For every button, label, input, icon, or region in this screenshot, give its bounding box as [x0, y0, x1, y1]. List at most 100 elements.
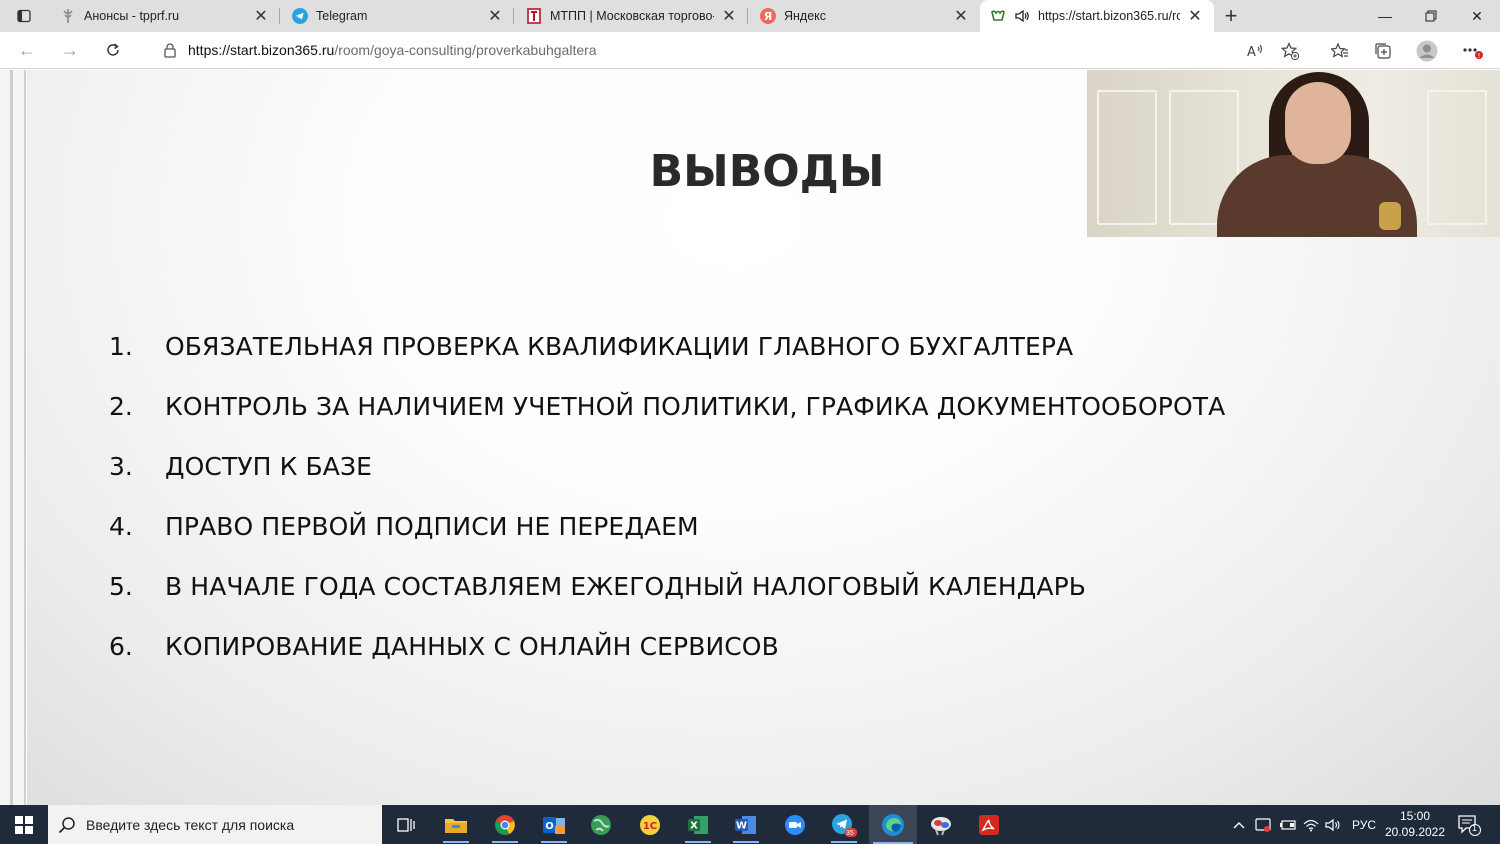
volume-icon [1325, 818, 1340, 831]
excel-button[interactable]: X [682, 810, 714, 843]
task-view-icon [397, 817, 415, 832]
taskbar-search[interactable]: Введите здесь текст для поиска [48, 805, 382, 844]
list-item: 1. ОБЯЗАТЕЛЬНАЯ ПРОВЕРКА КВАЛИФИКАЦИИ ГЛ… [109, 316, 1225, 376]
tab-telegram[interactable]: Telegram ✕ [280, 0, 514, 32]
item-number: 5. [109, 571, 133, 601]
profile-button[interactable] [1416, 40, 1438, 62]
tab-tpprf[interactable]: Анонсы - tpprf.ru ✕ [48, 0, 280, 32]
item-number: 3. [109, 451, 133, 481]
speaker-video[interactable] [1087, 70, 1500, 237]
telegram-badge: 35 [846, 830, 854, 837]
show-hidden-icons-button[interactable] [1232, 805, 1246, 844]
svg-text:O: O [545, 821, 554, 832]
taskbar-clock[interactable]: 15:00 20.09.2022 [1376, 808, 1454, 840]
read-aloud-button[interactable]: A [1244, 40, 1266, 62]
minimize-button[interactable]: — [1362, 0, 1408, 32]
chevron-up-icon [1233, 821, 1245, 828]
list-item: 4. ПРАВО ПЕРВОЙ ПОДПИСИ НЕ ПЕРЕДАЕМ [109, 496, 1225, 556]
telegram-taskbar-button[interactable]: 35 [828, 810, 860, 843]
zoom-button[interactable] [779, 810, 811, 839]
address-bar[interactable]: https://start.bizon365.ru/room/goya-cons… [142, 35, 1312, 65]
tab-title: Telegram [316, 9, 368, 23]
shield-icon [1255, 817, 1271, 832]
chrome-icon [495, 814, 515, 835]
windows-icon [15, 815, 33, 834]
globe-icon [591, 814, 611, 835]
conclusions-list: 1. ОБЯЗАТЕЛЬНАЯ ПРОВЕРКА КВАЛИФИКАЦИИ ГЛ… [109, 316, 1225, 676]
tab-title: https://start.bizon365.ru/roo [1038, 9, 1180, 23]
svg-text:Я: Я [764, 10, 772, 23]
acrobat-button[interactable] [973, 810, 1005, 839]
speaker-face [1285, 82, 1351, 164]
tab-mtpp[interactable]: МТПП | Московская торгово-пр ✕ [514, 0, 748, 32]
tab-actions-icon [17, 9, 31, 23]
battery-tray-button[interactable] [1279, 805, 1297, 844]
word-button[interactable]: W [730, 810, 762, 843]
settings-menu-button[interactable]: ! [1462, 40, 1484, 62]
edge-button[interactable] [869, 805, 917, 844]
close-tab-icon[interactable]: ✕ [720, 7, 738, 25]
svg-text:!: ! [1478, 52, 1481, 60]
new-tab-button[interactable]: + [1214, 0, 1248, 32]
brooch [1379, 202, 1401, 230]
forward-button[interactable]: → [57, 38, 83, 62]
url-text: https://start.bizon365.ru/room/goya-cons… [188, 42, 597, 58]
reload-icon [107, 43, 119, 56]
speaker-icon[interactable] [1014, 8, 1030, 24]
globe-app-button[interactable] [585, 810, 617, 839]
collections-icon [1375, 43, 1391, 59]
notifications-button[interactable]: 1 [1456, 813, 1482, 837]
battery-icon [1280, 819, 1296, 830]
windows-taskbar: Введите здесь текст для поиска O 1С X W … [0, 805, 1500, 844]
clock-time: 15:00 [1399, 809, 1431, 823]
chrome-button[interactable] [489, 810, 521, 843]
back-button[interactable]: ← [14, 38, 40, 62]
tpprf-icon [60, 8, 76, 24]
item-number: 1. [109, 331, 133, 361]
cloud-app-icon [931, 816, 951, 835]
tab-yandex[interactable]: Я Яндекс ✕ [748, 0, 980, 32]
start-button[interactable] [0, 805, 48, 844]
more-icon: ! [1463, 48, 1483, 60]
svg-text:X: X [690, 820, 698, 831]
tab-actions-button[interactable] [0, 0, 48, 32]
restore-button[interactable] [1408, 0, 1454, 32]
restore-icon [1425, 10, 1437, 22]
language-indicator[interactable]: РУС [1352, 805, 1376, 844]
list-item: 3. ДОСТУП К БАЗЕ [109, 436, 1225, 496]
close-tab-icon[interactable]: ✕ [252, 7, 270, 25]
browser-toolbar: ← → https://start.bizon365.ru/room/goya-… [0, 32, 1500, 69]
wall-panel [1427, 90, 1487, 225]
close-window-button[interactable]: ✕ [1454, 0, 1500, 32]
add-favorite-button[interactable] [1279, 40, 1301, 62]
tab-bizon[interactable]: https://start.bizon365.ru/roo ✕ [980, 0, 1214, 32]
window-controls: — ✕ [1362, 0, 1500, 32]
search-icon [48, 816, 86, 834]
lock-icon[interactable] [158, 42, 182, 58]
reload-button[interactable] [100, 38, 126, 62]
volume-tray-button[interactable] [1325, 805, 1343, 844]
outlook-button[interactable]: O [538, 810, 570, 843]
cloud-app-button[interactable] [925, 810, 957, 839]
read-aloud-icon: A [1247, 44, 1263, 59]
item-text: ПРАВО ПЕРВОЙ ПОДПИСИ НЕ ПЕРЕДАЕМ [165, 511, 699, 541]
close-tab-icon[interactable]: ✕ [486, 7, 504, 25]
task-view-button[interactable] [390, 810, 422, 839]
item-text: КОПИРОВАНИЕ ДАННЫХ С ОНЛАЙН СЕРВИСОВ [165, 631, 779, 661]
tab-title: Яндекс [784, 9, 827, 23]
star-plus-icon [1281, 42, 1299, 60]
close-tab-icon[interactable]: ✕ [952, 7, 970, 25]
antivirus-tray-button[interactable] [1255, 805, 1273, 844]
search-placeholder: Введите здесь текст для поиска [86, 816, 295, 833]
yandex-icon: Я [760, 8, 776, 24]
favorites-button[interactable] [1329, 40, 1351, 62]
url-path: /room/goya-consulting/proverkabuhgaltera [334, 42, 597, 58]
avatar-icon [1416, 40, 1438, 62]
excel-icon: X [688, 815, 708, 834]
collections-button[interactable] [1372, 40, 1394, 62]
file-explorer-button[interactable] [440, 810, 472, 843]
wifi-icon [1303, 819, 1319, 831]
1c-button[interactable]: 1С [634, 810, 666, 839]
wifi-tray-button[interactable] [1302, 805, 1320, 844]
close-tab-icon[interactable]: ✕ [1186, 7, 1204, 25]
